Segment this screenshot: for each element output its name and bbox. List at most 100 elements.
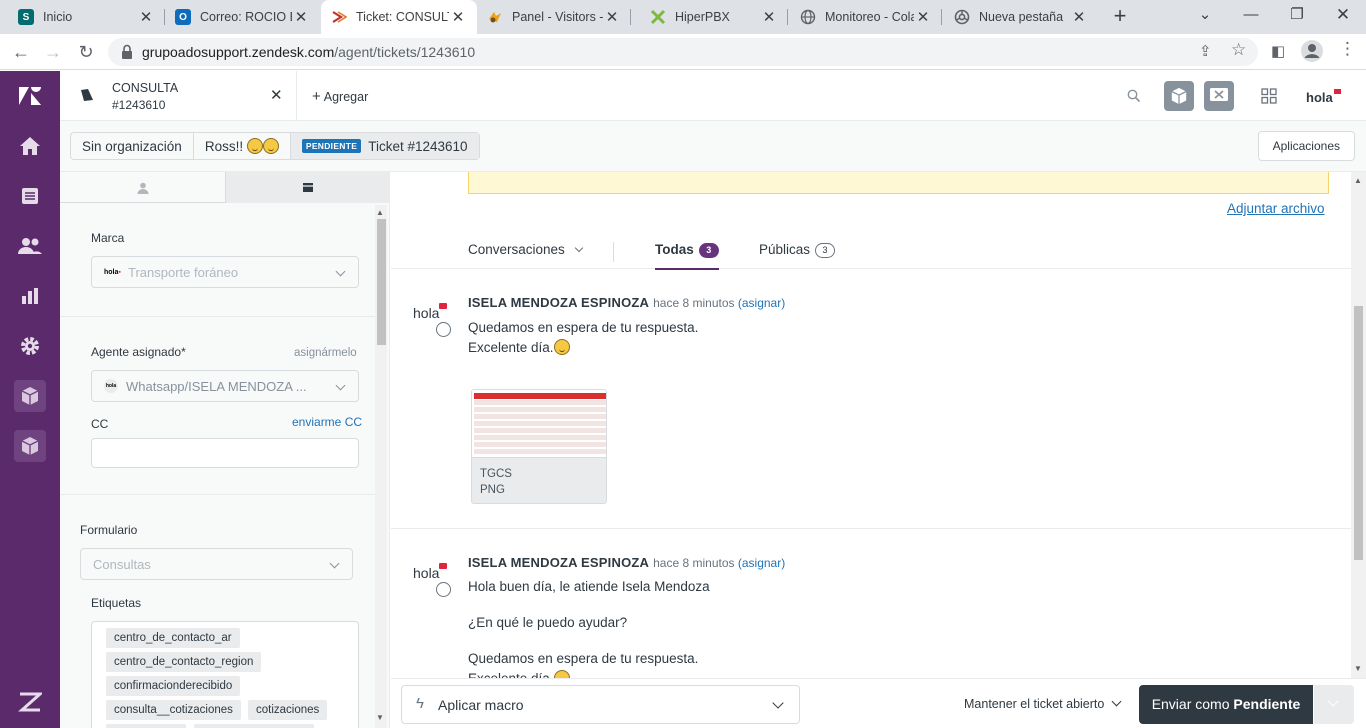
url-bar[interactable]: grupoadosupport.zendesk.com/agent/ticket… bbox=[108, 38, 1258, 66]
ticket-tab-id: #1243610 bbox=[112, 98, 166, 112]
close-tab-icon[interactable]: ✕ bbox=[914, 8, 932, 26]
tag[interactable]: confirmacionderecibido bbox=[106, 676, 241, 696]
breadcrumb-ticket[interactable]: PENDIENTE Ticket #1243610 bbox=[290, 133, 479, 159]
dismiss-notification-icon[interactable] bbox=[1204, 81, 1234, 111]
brand-logo[interactable]: hola bbox=[1306, 89, 1341, 105]
browser-tab-title: Monitoreo - Cola bbox=[825, 10, 914, 24]
close-tab-icon[interactable]: ✕ bbox=[760, 8, 778, 26]
zendesk-logo-icon[interactable] bbox=[14, 80, 46, 112]
profile-avatar[interactable] bbox=[1300, 39, 1324, 67]
browser-tab-title: Inicio bbox=[43, 10, 73, 24]
browser-tab-title: Correo: ROCIO EN bbox=[200, 10, 292, 24]
side-panel-icon[interactable]: ◧ bbox=[1271, 42, 1285, 60]
browser-tab-correo[interactable]: O Correo: ROCIO EN ✕ bbox=[165, 0, 320, 34]
browser-tab-title: Ticket: CONSULTA bbox=[356, 10, 449, 24]
zendesk-z-icon[interactable] bbox=[14, 686, 46, 718]
bookmark-star-icon[interactable]: ☆ bbox=[1231, 40, 1246, 60]
reload-icon[interactable]: ↻ bbox=[75, 41, 97, 63]
tab-ticket-fields[interactable] bbox=[225, 172, 389, 203]
assignee-select[interactable]: hola Whatsapp/ISELA MENDOZA ... bbox=[91, 370, 359, 402]
conversation-scrollbar[interactable]: ▲ ▼ bbox=[1351, 172, 1366, 678]
browser-tab-hiperpbx[interactable]: HiperPBX ✕ bbox=[632, 0, 788, 34]
chevron-down-icon bbox=[1111, 696, 1122, 707]
tag[interactable]: cotizaciones bbox=[248, 700, 328, 720]
apply-macro-select[interactable]: ϟ Aplicar macro bbox=[401, 685, 800, 724]
assign-link[interactable]: (asignar) bbox=[738, 296, 785, 310]
cc-me-link[interactable]: enviarme CC bbox=[292, 415, 362, 429]
breadcrumb-organization[interactable]: Sin organización bbox=[71, 133, 194, 159]
new-tab-button[interactable]: + bbox=[1108, 4, 1132, 30]
ticket-workspace-tab[interactable]: CONSULTA #1243610 ✕ bbox=[60, 71, 297, 121]
views-icon[interactable] bbox=[14, 180, 46, 212]
keep-ticket-open-dropdown[interactable]: Mantener el ticket abierto bbox=[964, 696, 1122, 711]
home-icon[interactable] bbox=[14, 130, 46, 162]
close-tab-icon[interactable]: ✕ bbox=[1070, 8, 1088, 26]
chevron-down-icon bbox=[574, 243, 583, 253]
browser-tab-monitoreo[interactable]: Monitoreo - Cola ✕ bbox=[788, 0, 942, 34]
assign-me-link[interactable]: asignármelo bbox=[294, 347, 357, 359]
form-select[interactable]: Consultas bbox=[80, 548, 353, 580]
submit-options-button[interactable] bbox=[1314, 685, 1354, 724]
search-icon[interactable] bbox=[1119, 81, 1149, 111]
app-box-icon[interactable] bbox=[14, 380, 46, 412]
product-nav bbox=[0, 71, 60, 728]
reporting-icon[interactable] bbox=[14, 280, 46, 312]
assign-link[interactable]: (asignar) bbox=[738, 556, 785, 570]
forward-arrow-icon[interactable]: → bbox=[42, 41, 64, 63]
share-icon[interactable]: ⇪ bbox=[1199, 42, 1212, 60]
app-box-icon[interactable] bbox=[1164, 81, 1194, 111]
minimize-button[interactable]: — bbox=[1228, 2, 1274, 30]
close-tab-icon[interactable]: ✕ bbox=[292, 8, 310, 26]
attach-file-link[interactable]: Adjuntar archivo bbox=[1227, 201, 1325, 216]
browser-menu-icon[interactable]: ⋮ bbox=[1339, 39, 1356, 59]
customers-icon[interactable] bbox=[14, 230, 46, 262]
app-box-icon[interactable] bbox=[14, 430, 46, 462]
tab-public[interactable]: Públicas 3 bbox=[759, 242, 836, 258]
ticket-tab-title: CONSULTA bbox=[112, 81, 179, 95]
message-body: Hola buen día, le atiende Isela Mendoza … bbox=[468, 577, 710, 689]
close-ticket-tab-icon[interactable]: ✕ bbox=[270, 86, 283, 104]
attachment-card[interactable]: TGCS PNG bbox=[471, 389, 607, 504]
tag[interactable]: centro_de_contacto_region bbox=[106, 652, 262, 672]
avatar: hola bbox=[413, 303, 448, 321]
zendesk-icon bbox=[331, 9, 347, 25]
restore-button[interactable]: ❐ bbox=[1274, 2, 1320, 30]
conversations-filter-dropdown[interactable]: Conversaciones bbox=[468, 242, 583, 257]
assignee-field-label: Agente asignado* bbox=[91, 345, 186, 359]
attachment-name: TGCS bbox=[480, 468, 512, 480]
workspace-header: CONSULTA #1243610 ✕ + Agregar hola bbox=[60, 71, 1366, 121]
sharepoint-icon: S bbox=[18, 9, 34, 25]
back-arrow-icon[interactable]: ← bbox=[10, 41, 32, 63]
ticket-fields-icon bbox=[303, 183, 313, 192]
properties-scrollbar[interactable]: ▲ ▼ bbox=[375, 205, 387, 728]
apps-button[interactable]: Aplicaciones bbox=[1257, 131, 1355, 161]
tag[interactable]: consulta__cotizaciones bbox=[106, 700, 241, 720]
brand-select[interactable]: hola ▪ Transporte foráneo bbox=[91, 256, 359, 288]
close-window-button[interactable]: ✕ bbox=[1320, 2, 1366, 30]
tags-input[interactable]: centro_de_contacto_ar centro_de_contacto… bbox=[91, 621, 359, 728]
product-tray-icon[interactable] bbox=[1254, 81, 1284, 111]
ticket-icon bbox=[81, 89, 93, 101]
breadcrumb-requester[interactable]: Ross!! bbox=[194, 133, 291, 159]
cc-input[interactable] bbox=[91, 438, 359, 468]
chevron-down-icon bbox=[772, 697, 784, 709]
browser-tab-title: Panel - Visitors - bbox=[512, 10, 603, 24]
tag[interactable]: centro_de_contacto_ar bbox=[106, 628, 240, 648]
chrome-icon bbox=[954, 9, 970, 25]
close-tab-icon[interactable]: ✕ bbox=[603, 8, 621, 26]
admin-gear-icon[interactable] bbox=[14, 330, 46, 362]
browser-tab-panel[interactable]: Panel - Visitors - ✕ bbox=[477, 0, 631, 34]
close-tab-icon[interactable]: ✕ bbox=[137, 8, 155, 26]
tab-all[interactable]: Todas 3 bbox=[655, 242, 719, 270]
close-tab-icon[interactable]: ✕ bbox=[449, 8, 467, 26]
hiperpbx-icon bbox=[650, 9, 666, 25]
browser-tab-inicio[interactable]: S Inicio ✕ bbox=[0, 0, 165, 34]
browser-tab-nueva[interactable]: Nueva pestaña ✕ bbox=[942, 0, 1098, 34]
count-badge: 3 bbox=[698, 243, 719, 258]
tab-user[interactable] bbox=[60, 172, 225, 203]
tab-search-icon[interactable]: ⌄ bbox=[1182, 2, 1228, 30]
submit-as-pending-button[interactable]: Enviar como Pendiente bbox=[1139, 685, 1313, 724]
browser-tab-ticket[interactable]: Ticket: CONSULTA ✕ bbox=[321, 0, 477, 34]
reply-editor-area[interactable] bbox=[468, 172, 1329, 194]
add-button[interactable]: + Agregar bbox=[312, 88, 368, 105]
